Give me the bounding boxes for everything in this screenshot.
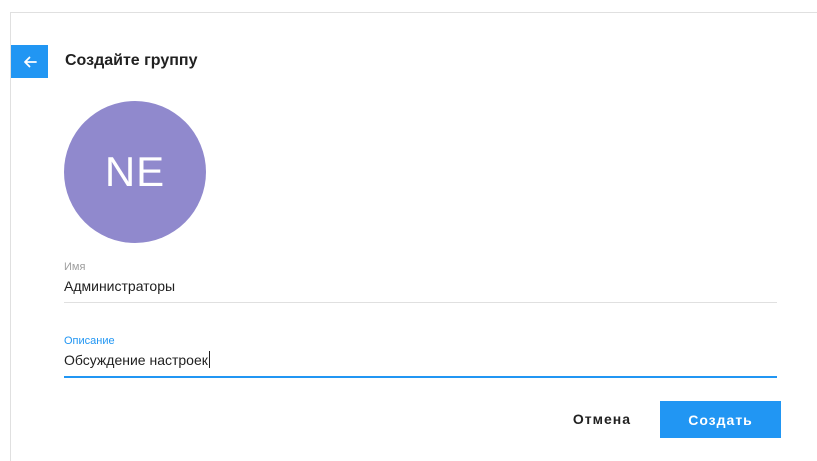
name-field[interactable]: Имя Администраторы — [64, 261, 777, 303]
description-value: Обсуждение настроек — [64, 352, 208, 368]
text-caret — [208, 351, 210, 368]
dialog-title: Создайте группу — [65, 52, 198, 69]
description-field[interactable]: Описание Обсуждение настроек — [64, 335, 777, 378]
name-input[interactable]: Администраторы — [64, 277, 175, 295]
cancel-button[interactable]: Отмена — [564, 401, 640, 437]
description-field-label: Описание — [64, 335, 115, 347]
name-field-label: Имя — [64, 261, 86, 273]
group-avatar[interactable]: NE — [64, 101, 206, 243]
avatar-initials: NE — [104, 148, 166, 195]
arrow-left-icon — [23, 56, 37, 68]
create-button[interactable]: Создать — [660, 401, 781, 438]
create-group-dialog: Создайте группу NE Имя Администраторы Оп… — [10, 12, 817, 461]
description-input[interactable]: Обсуждение настроек — [64, 351, 210, 369]
back-button[interactable] — [11, 45, 48, 78]
